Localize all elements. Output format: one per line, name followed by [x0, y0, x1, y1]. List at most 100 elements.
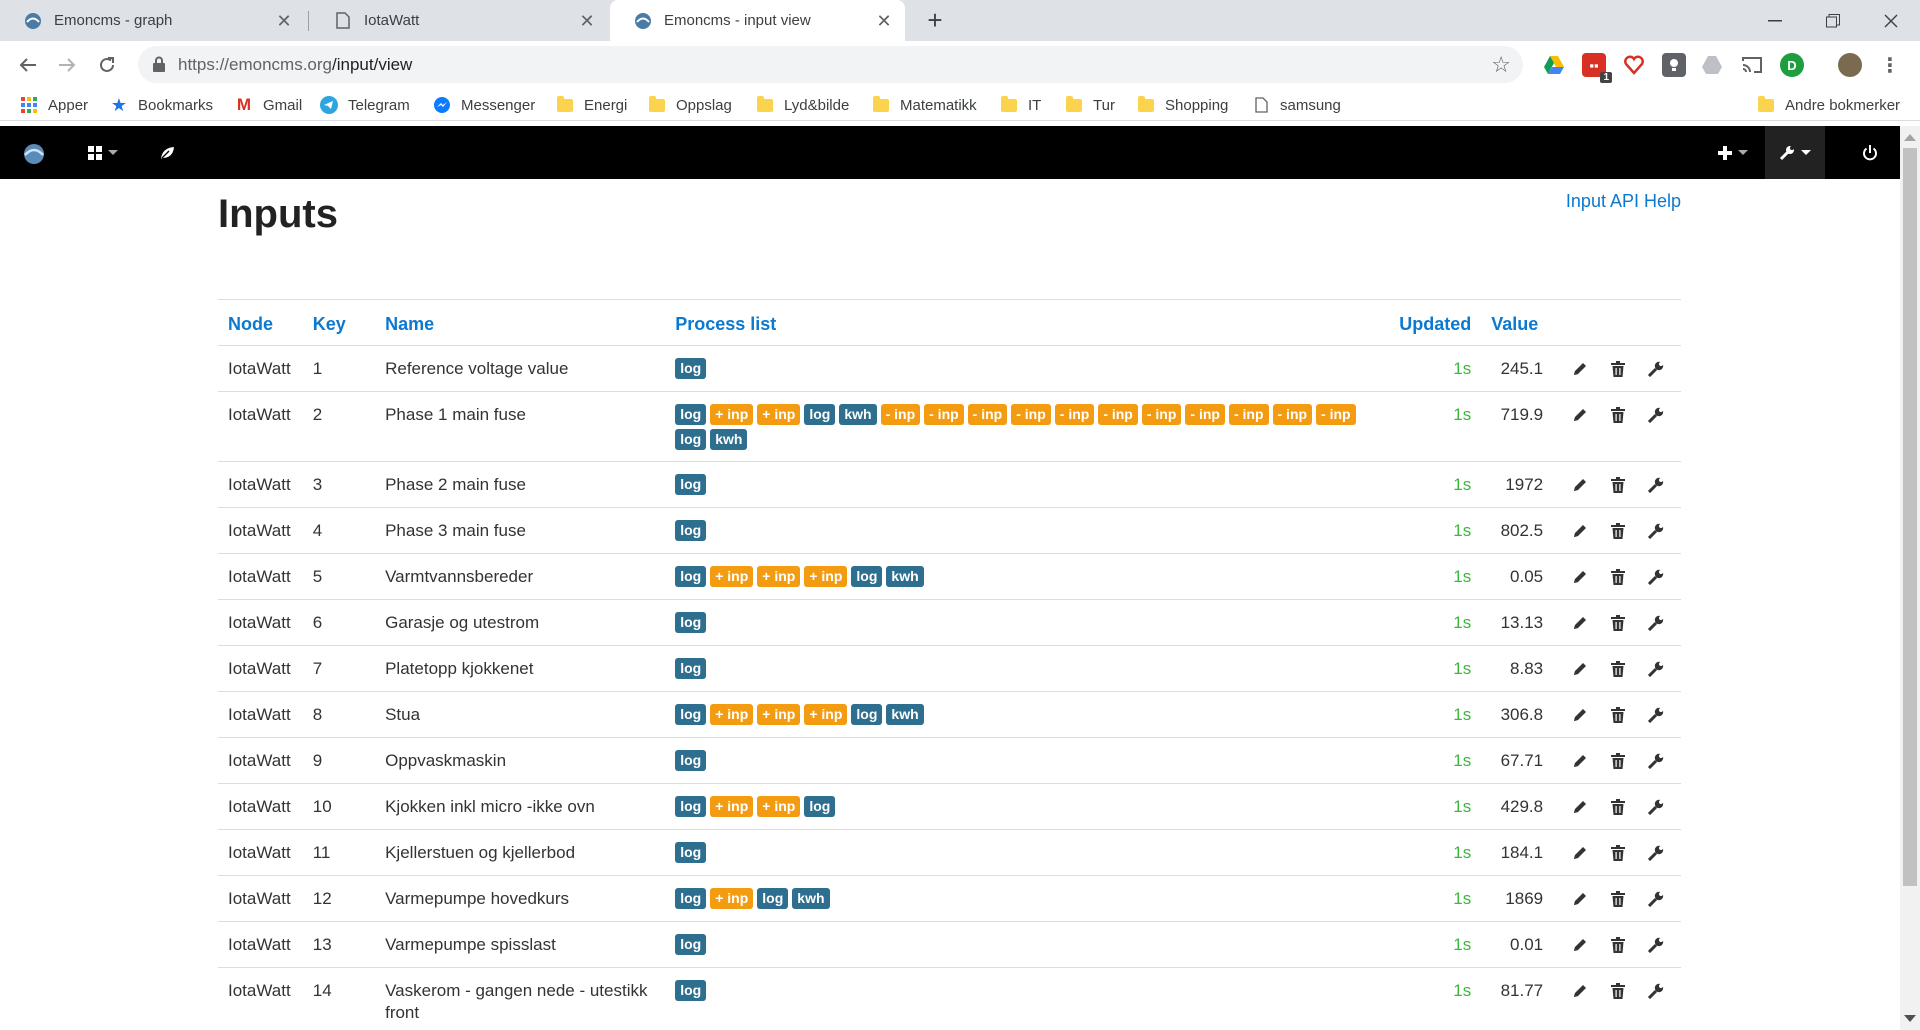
- row-process-list[interactable]: log + inp + inp log kwh - inp - inp - inp - inp -…: [665, 390, 1390, 462]
- row-process-list[interactable]: log: [665, 599, 1390, 646]
- wrench-icon[interactable]: [1637, 750, 1675, 772]
- edit-icon[interactable]: [1561, 934, 1599, 956]
- profile-avatar[interactable]: [1838, 53, 1862, 77]
- tab-emoncms-graph[interactable]: Emoncms - graph ✕: [0, 0, 305, 41]
- row-process-list[interactable]: log + inp + inp + inp log kwh: [665, 553, 1390, 600]
- wrench-icon[interactable]: [1637, 658, 1675, 680]
- edit-icon[interactable]: [1561, 474, 1599, 496]
- bookmark-other[interactable]: Andre bokmerker: [1757, 94, 1900, 116]
- trash-icon[interactable]: [1599, 566, 1637, 588]
- keep-extension-icon[interactable]: [1662, 53, 1686, 77]
- wrench-icon[interactable]: [1637, 612, 1675, 634]
- heart-extension-icon[interactable]: [1622, 53, 1646, 77]
- bookmark-apper[interactable]: Apper: [20, 94, 88, 116]
- wrench-icon[interactable]: [1637, 888, 1675, 910]
- trash-icon[interactable]: [1599, 796, 1637, 818]
- table-row[interactable]: IotaWatt 8 Stua log + inp + inp + inp log kwh 1s 3…: [218, 691, 1681, 738]
- table-row[interactable]: IotaWatt 2 Phase 1 main fuse log + inp + inp l…: [218, 390, 1681, 462]
- row-process-list[interactable]: log: [665, 461, 1390, 508]
- edit-icon[interactable]: [1561, 520, 1599, 542]
- edit-icon[interactable]: [1561, 888, 1599, 910]
- row-process-list[interactable]: log: [665, 829, 1390, 876]
- row-process-list[interactable]: log + inp + inp + inp log kwh: [665, 691, 1390, 738]
- bookmark-telegram[interactable]: Telegram: [320, 94, 410, 116]
- column-header-node[interactable]: Node: [218, 299, 303, 346]
- wrench-icon[interactable]: [1637, 566, 1675, 588]
- drive-grey-icon[interactable]: [1700, 53, 1724, 77]
- trash-icon[interactable]: [1599, 704, 1637, 726]
- table-row[interactable]: IotaWatt 3 Phase 2 main fuse log 1s 1972: [218, 461, 1681, 508]
- trash-icon[interactable]: [1599, 934, 1637, 956]
- trash-icon[interactable]: [1599, 750, 1637, 772]
- bookmark-it[interactable]: IT: [1000, 94, 1041, 116]
- table-row[interactable]: IotaWatt 1 Reference voltage value log 1s 245…: [218, 345, 1681, 392]
- edit-icon[interactable]: [1561, 704, 1599, 726]
- input-api-help-link[interactable]: Input API Help: [1566, 191, 1681, 212]
- minimize-button[interactable]: [1746, 0, 1804, 41]
- trash-icon[interactable]: [1599, 404, 1637, 426]
- trash-icon[interactable]: [1599, 474, 1637, 496]
- trash-icon[interactable]: [1599, 658, 1637, 680]
- row-process-list[interactable]: log: [665, 921, 1390, 968]
- table-row[interactable]: IotaWatt 7 Platetopp kjokkenet log 1s 8.83: [218, 645, 1681, 692]
- trash-icon[interactable]: [1599, 980, 1637, 1002]
- new-tab-button[interactable]: +: [920, 6, 950, 36]
- wrench-icon[interactable]: [1637, 980, 1675, 1002]
- tab-iotawatt[interactable]: IotaWatt ✕: [310, 0, 608, 41]
- setup-menu[interactable]: [1765, 126, 1825, 179]
- edit-icon[interactable]: [1561, 404, 1599, 426]
- table-row[interactable]: IotaWatt 12 Varmepumpe hovedkurs log + inp lo…: [218, 875, 1681, 922]
- edit-icon[interactable]: [1561, 750, 1599, 772]
- trash-icon[interactable]: [1599, 888, 1637, 910]
- trash-icon[interactable]: [1599, 612, 1637, 634]
- column-header-name[interactable]: Name: [375, 299, 666, 346]
- tab-emoncms-input-view[interactable]: Emoncms - input view ✕: [610, 0, 905, 41]
- edit-icon[interactable]: [1561, 566, 1599, 588]
- trash-icon[interactable]: [1599, 520, 1637, 542]
- table-row[interactable]: IotaWatt 9 Oppvaskmaskin log 1s 67.71: [218, 737, 1681, 784]
- table-row[interactable]: IotaWatt 6 Garasje og utestrom log 1s 13.13: [218, 599, 1681, 646]
- logout-power-icon[interactable]: [1850, 126, 1890, 179]
- row-process-list[interactable]: log: [665, 737, 1390, 784]
- row-process-list[interactable]: log: [665, 507, 1390, 554]
- row-process-list[interactable]: log + inp + inp log: [665, 783, 1390, 830]
- bookmark-energi[interactable]: Energi: [556, 94, 627, 116]
- scroll-down-arrow[interactable]: [1904, 1015, 1916, 1022]
- table-row[interactable]: IotaWatt 10 Kjokken inkl micro -ikke ovn lo…: [218, 783, 1681, 830]
- row-process-list[interactable]: log + inp log kwh: [665, 875, 1390, 922]
- bookmark-gmail[interactable]: M Gmail: [235, 94, 302, 116]
- leaf-icon[interactable]: [152, 126, 182, 179]
- edit-icon[interactable]: [1561, 612, 1599, 634]
- wrench-icon[interactable]: [1637, 934, 1675, 956]
- scroll-up-arrow[interactable]: [1904, 134, 1916, 141]
- edit-icon[interactable]: [1561, 358, 1599, 380]
- table-row[interactable]: IotaWatt 5 Varmtvannsbereder log + inp + inp +…: [218, 553, 1681, 600]
- cast-icon[interactable]: [1740, 53, 1764, 77]
- wrench-icon[interactable]: [1637, 842, 1675, 864]
- restore-button[interactable]: [1804, 0, 1862, 41]
- scroll-thumb[interactable]: [1903, 148, 1917, 886]
- trash-icon[interactable]: [1599, 842, 1637, 864]
- wrench-icon[interactable]: [1637, 474, 1675, 496]
- column-header-key[interactable]: Key: [302, 299, 376, 346]
- edit-icon[interactable]: [1561, 796, 1599, 818]
- bookmark-messenger[interactable]: Messenger: [433, 94, 535, 116]
- wrench-icon[interactable]: [1637, 704, 1675, 726]
- dashboard-menu[interactable]: [80, 126, 126, 179]
- bookmark-star-icon[interactable]: ☆: [1491, 52, 1511, 78]
- table-row[interactable]: IotaWatt 4 Phase 3 main fuse log 1s 802.5: [218, 507, 1681, 554]
- row-process-list[interactable]: log: [665, 345, 1390, 392]
- row-process-list[interactable]: log: [665, 967, 1390, 1030]
- wrench-icon[interactable]: [1637, 404, 1675, 426]
- wrench-icon[interactable]: [1637, 358, 1675, 380]
- chrome-menu-icon[interactable]: ⋮: [1878, 53, 1902, 77]
- table-row[interactable]: IotaWatt 11 Kjellerstuen og kjellerbod log 1…: [218, 829, 1681, 876]
- close-icon[interactable]: ✕: [875, 12, 893, 30]
- emoncms-logo[interactable]: [14, 126, 54, 179]
- edit-icon[interactable]: [1561, 842, 1599, 864]
- back-button[interactable]: [13, 50, 43, 80]
- row-process-list[interactable]: log: [665, 645, 1390, 692]
- add-menu[interactable]: [1707, 126, 1759, 179]
- bookmark-lyd-bilde[interactable]: Lyd&bilde: [756, 94, 849, 116]
- window-close-button[interactable]: [1862, 0, 1920, 41]
